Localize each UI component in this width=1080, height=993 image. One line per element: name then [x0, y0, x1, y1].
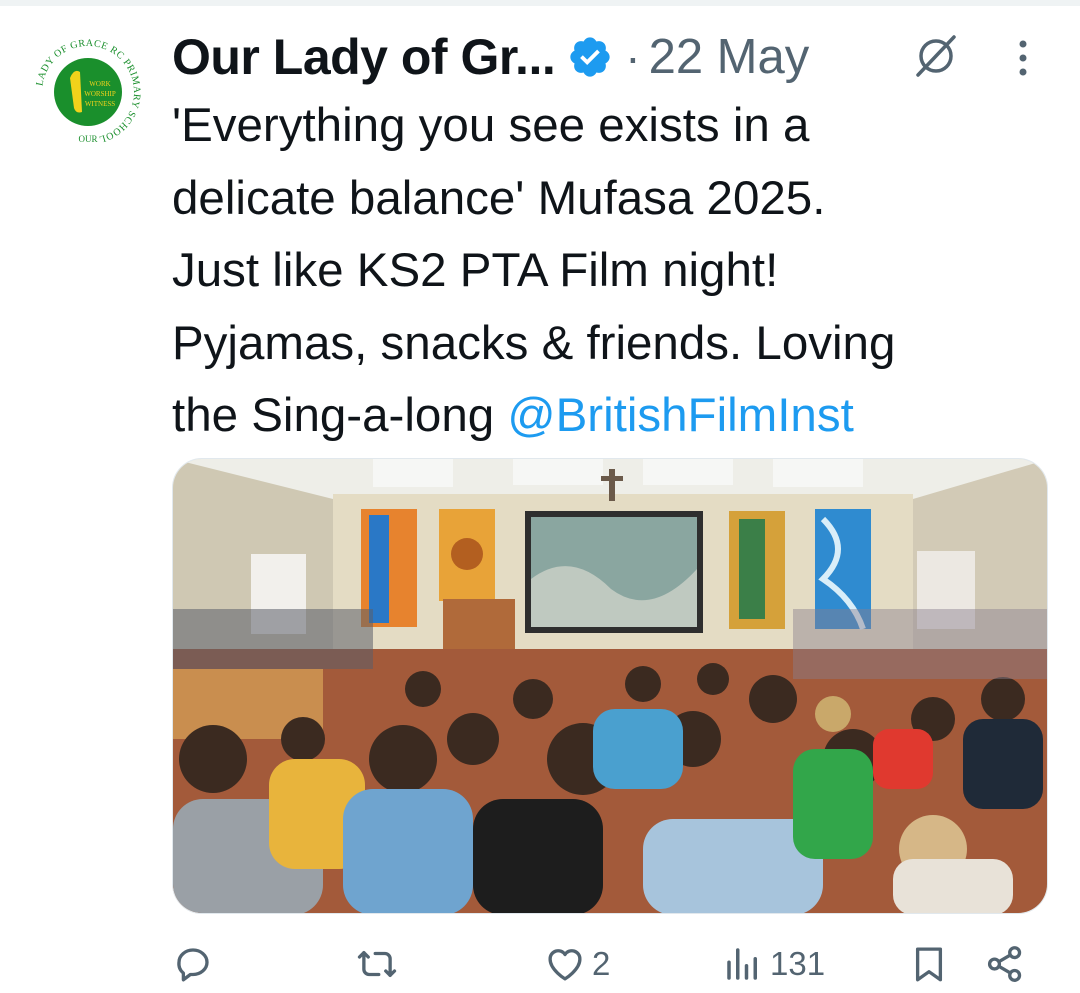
- like-count: 2: [592, 945, 611, 982]
- tweet-photo[interactable]: [172, 458, 1048, 914]
- tweet-text-fragment: the Sing-a-long: [172, 389, 508, 442]
- retweet-button[interactable]: [356, 936, 404, 992]
- views-count: 131: [770, 945, 826, 982]
- reply-button[interactable]: [172, 936, 220, 992]
- logo-ring-text-bottom: OUR: [78, 134, 97, 144]
- logo-motto-work: WORK: [89, 80, 110, 88]
- top-divider: [0, 0, 1080, 6]
- separator-dot: ·: [625, 31, 641, 83]
- action-bar: 2 131: [172, 936, 1032, 992]
- tweet-text-line: the Sing-a-long @BritishFilmInst: [172, 380, 1032, 453]
- tweet-text-line: Pyjamas, snacks & friends. Loving: [172, 316, 896, 370]
- school-logo: LADY OF GRACE RC PRIMARY SCHOOL OUR WORK…: [32, 36, 144, 148]
- retweet-icon: [357, 950, 397, 978]
- like-icon: [548, 949, 582, 981]
- share-button[interactable]: [984, 936, 1026, 992]
- views-button[interactable]: 131: [722, 936, 825, 992]
- tweet-text-line: delicate balance' Mufasa 2025.: [172, 171, 826, 225]
- reply-icon: [177, 948, 209, 982]
- tweet-header: Our Lady of Gr... · 22 May: [172, 22, 1052, 92]
- grok-icon[interactable]: [910, 30, 962, 82]
- avatar[interactable]: LADY OF GRACE RC PRIMARY SCHOOL OUR WORK…: [30, 34, 146, 150]
- more-icon[interactable]: [1008, 36, 1038, 80]
- tweet-text-line: Just like KS2 PTA Film night!: [172, 244, 779, 297]
- timestamp[interactable]: 22 May: [649, 29, 810, 85]
- logo-motto-worship: WORSHIP: [84, 90, 116, 98]
- mention-link[interactable]: @BritishFilmInst: [507, 389, 853, 442]
- share-icon: [987, 946, 1022, 982]
- tweet-text-line: 'Everything you see exists in a: [172, 99, 810, 152]
- display-name[interactable]: Our Lady of Gr...: [172, 28, 556, 86]
- bookmark-button[interactable]: [908, 936, 950, 992]
- tweet-text: 'Everything you see exists in a delicate…: [172, 90, 1032, 453]
- photo-illustration: [173, 459, 1047, 913]
- bookmark-icon: [915, 947, 943, 982]
- verified-badge-icon: [570, 37, 610, 77]
- views-icon: [727, 948, 757, 980]
- like-button[interactable]: 2: [544, 936, 610, 992]
- logo-motto-witness: WITNESS: [85, 100, 115, 108]
